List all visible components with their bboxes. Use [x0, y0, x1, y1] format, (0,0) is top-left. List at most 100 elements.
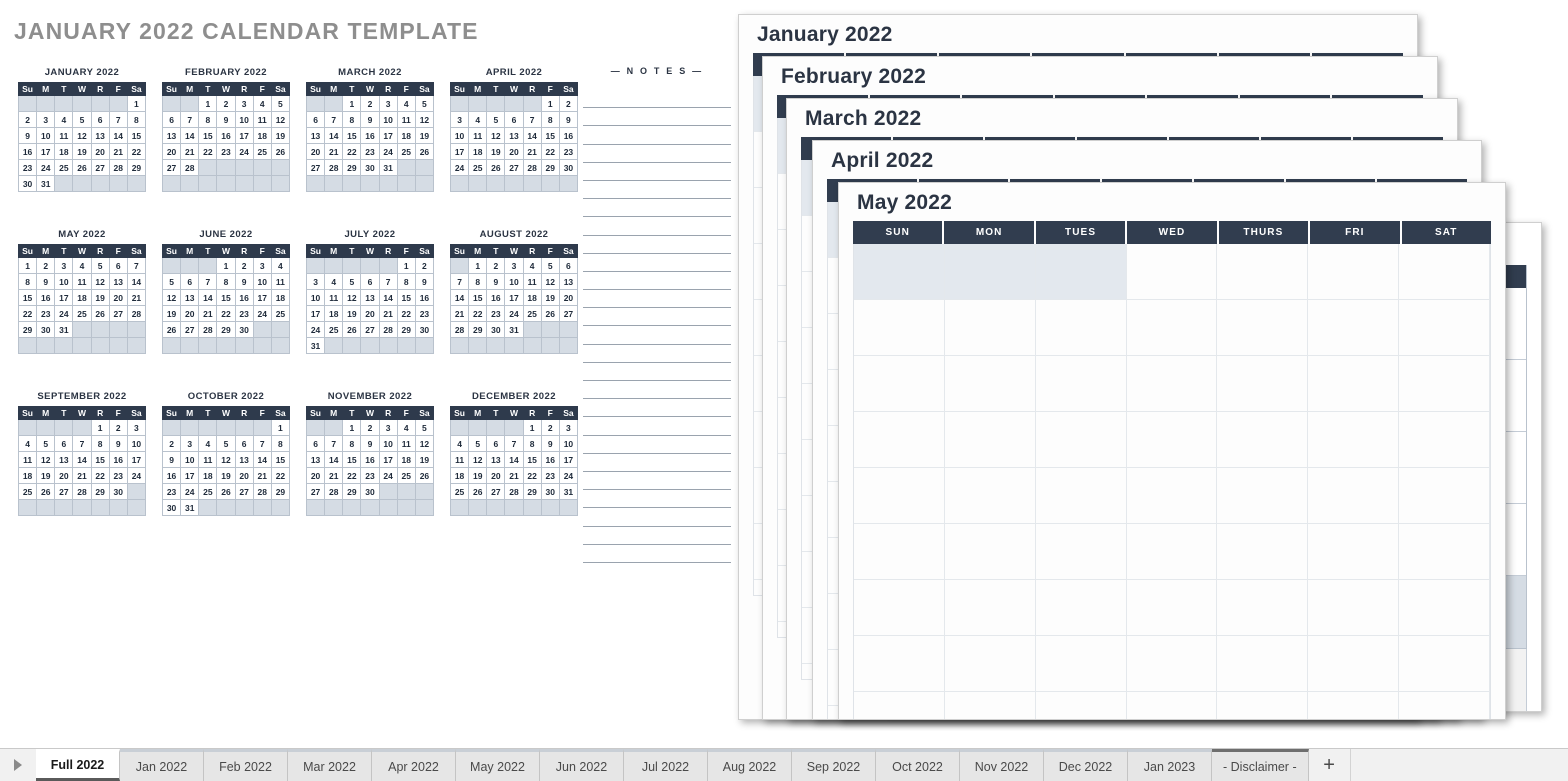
mini-day-cell[interactable]	[360, 257, 380, 274]
sheet-tab-jan-2022[interactable]: Jan 2022	[120, 749, 204, 781]
mini-day-cell[interactable]: 8	[126, 111, 147, 128]
sheet-tab-disclaimer[interactable]: - Disclaimer -	[1212, 749, 1309, 781]
mini-day-cell[interactable]: 4	[324, 273, 344, 290]
mini-day-cell[interactable]	[180, 95, 200, 112]
mini-day-cell[interactable]: 20	[90, 143, 110, 160]
mini-day-cell[interactable]: 16	[216, 127, 236, 144]
mini-day-cell[interactable]: 18	[522, 289, 542, 306]
mini-day-cell[interactable]: 27	[360, 321, 380, 338]
sheet-tab-jul-2022[interactable]: Jul 2022	[624, 749, 708, 781]
mini-day-cell[interactable]: 27	[54, 483, 74, 500]
mini-day-cell[interactable]: 14	[72, 451, 92, 468]
mini-day-cell[interactable]	[378, 175, 398, 192]
mini-day-cell[interactable]: 9	[234, 273, 254, 290]
mini-day-cell[interactable]: 7	[180, 111, 200, 128]
mini-day-cell[interactable]: 21	[378, 305, 398, 322]
mini-day-cell[interactable]: 26	[36, 483, 56, 500]
mini-day-cell[interactable]	[324, 419, 344, 436]
mini-day-cell[interactable]	[468, 419, 488, 436]
mini-day-cell[interactable]: 14	[180, 127, 200, 144]
mini-day-cell[interactable]	[17, 337, 38, 354]
mini-day-cell[interactable]: 26	[414, 467, 435, 484]
mini-day-cell[interactable]: 4	[252, 95, 272, 112]
mini-day-cell[interactable]: 1	[126, 95, 147, 112]
mini-day-cell[interactable]: 6	[180, 273, 200, 290]
mini-day-cell[interactable]	[216, 159, 236, 176]
notes-line[interactable]	[583, 290, 731, 309]
mini-day-cell[interactable]: 28	[449, 321, 470, 338]
mini-day-cell[interactable]: 28	[324, 159, 344, 176]
notes-line[interactable]	[583, 272, 731, 291]
mini-day-cell[interactable]	[54, 337, 74, 354]
mini-day-cell[interactable]: 1	[396, 257, 416, 274]
mini-day-cell[interactable]: 15	[17, 289, 38, 306]
mini-day-cell[interactable]: 14	[324, 127, 344, 144]
mini-day-cell[interactable]: 13	[305, 451, 326, 468]
mini-day-cell[interactable]: 18	[72, 289, 92, 306]
mini-day-cell[interactable]: 1	[342, 95, 362, 112]
mini-day-cell[interactable]: 3	[180, 435, 200, 452]
mini-day-cell[interactable]: 9	[36, 273, 56, 290]
mini-day-cell[interactable]: 2	[234, 257, 254, 274]
mini-day-cell[interactable]	[270, 337, 291, 354]
mini-day-cell[interactable]: 17	[504, 289, 524, 306]
mini-day-cell[interactable]: 10	[378, 435, 398, 452]
mini-day-cell[interactable]: 7	[504, 435, 524, 452]
mini-day-cell[interactable]: 9	[486, 273, 506, 290]
mini-day-cell[interactable]: 5	[486, 111, 506, 128]
mini-day-cell[interactable]	[360, 499, 380, 516]
mini-day-cell[interactable]	[378, 483, 398, 500]
mini-day-cell[interactable]	[270, 175, 291, 192]
mini-day-cell[interactable]: 13	[90, 127, 110, 144]
mini-day-cell[interactable]: 19	[342, 305, 362, 322]
mini-day-cell[interactable]: 29	[270, 483, 291, 500]
mini-day-cell[interactable]	[108, 321, 128, 338]
mini-day-cell[interactable]	[305, 257, 326, 274]
mini-day-cell[interactable]: 30	[540, 483, 560, 500]
mini-day-cell[interactable]	[449, 337, 470, 354]
mini-day-cell[interactable]: 27	[234, 483, 254, 500]
mini-day-cell[interactable]: 29	[17, 321, 38, 338]
mini-day-cell[interactable]: 28	[198, 321, 218, 338]
mini-day-cell[interactable]	[216, 419, 236, 436]
mini-day-cell[interactable]: 8	[396, 273, 416, 290]
mini-day-cell[interactable]: 25	[17, 483, 38, 500]
mini-day-cell[interactable]: 10	[449, 127, 470, 144]
mini-day-cell[interactable]	[161, 419, 182, 436]
notes-line[interactable]	[583, 181, 731, 200]
mini-day-cell[interactable]: 14	[252, 451, 272, 468]
mini-day-cell[interactable]	[54, 95, 74, 112]
mini-day-cell[interactable]: 3	[54, 257, 74, 274]
mini-day-cell[interactable]: 31	[504, 321, 524, 338]
mini-day-cell[interactable]	[270, 321, 291, 338]
mini-day-cell[interactable]	[414, 483, 435, 500]
mini-day-cell[interactable]: 13	[504, 127, 524, 144]
mini-day-cell[interactable]: 26	[216, 483, 236, 500]
mini-day-cell[interactable]	[396, 499, 416, 516]
mini-day-cell[interactable]: 1	[90, 419, 110, 436]
mini-day-cell[interactable]	[360, 337, 380, 354]
mini-day-cell[interactable]: 20	[180, 305, 200, 322]
mini-day-cell[interactable]: 25	[252, 143, 272, 160]
mini-day-cell[interactable]: 7	[324, 111, 344, 128]
mini-day-cell[interactable]: 19	[72, 143, 92, 160]
mini-day-cell[interactable]	[305, 175, 326, 192]
mini-day-cell[interactable]: 24	[449, 159, 470, 176]
mini-day-cell[interactable]: 11	[72, 273, 92, 290]
mini-day-cell[interactable]: 31	[305, 337, 326, 354]
mini-day-cell[interactable]: 5	[414, 95, 435, 112]
mini-day-cell[interactable]	[396, 159, 416, 176]
sheet-tab-oct-2022[interactable]: Oct 2022	[876, 749, 960, 781]
mini-day-cell[interactable]: 11	[468, 127, 488, 144]
mini-day-cell[interactable]: 29	[342, 483, 362, 500]
mini-day-cell[interactable]: 7	[378, 273, 398, 290]
mini-day-cell[interactable]: 4	[449, 435, 470, 452]
mini-day-cell[interactable]	[270, 499, 291, 516]
mini-day-cell[interactable]: 17	[54, 289, 74, 306]
mini-day-cell[interactable]: 27	[305, 159, 326, 176]
mini-day-cell[interactable]: 1	[540, 95, 560, 112]
mini-day-cell[interactable]: 10	[234, 111, 254, 128]
mini-day-cell[interactable]: 31	[54, 321, 74, 338]
mini-day-cell[interactable]: 15	[270, 451, 291, 468]
mini-day-cell[interactable]: 7	[522, 111, 542, 128]
